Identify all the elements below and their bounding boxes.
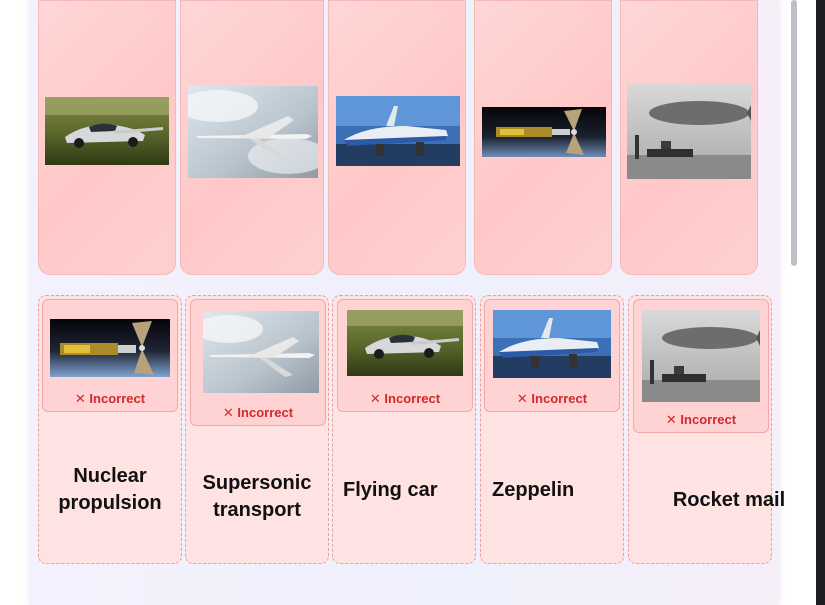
- ekranoplan-image: [336, 96, 460, 166]
- supersonic-jet-image: [188, 86, 318, 178]
- zeppelin-image: [642, 310, 760, 402]
- placed-card[interactable]: ✕ Incorrect: [633, 299, 769, 433]
- supersonic-jet-image: [203, 311, 319, 393]
- image-tile-flying-car[interactable]: [38, 0, 176, 275]
- placed-card[interactable]: ✕ Incorrect: [190, 299, 326, 426]
- drop-zone-nuclear-propulsion[interactable]: ✕ Incorrect Nuclear propulsion: [38, 295, 182, 564]
- drop-zone-flying-car[interactable]: ✕ Incorrect Flying car: [332, 295, 476, 564]
- window-edge: [816, 0, 825, 605]
- image-tile-zeppelin[interactable]: [620, 0, 758, 275]
- placed-card[interactable]: ✕ Incorrect: [337, 299, 473, 412]
- nuclear-spacecraft-image: [482, 107, 606, 157]
- page-gutter: [794, 0, 816, 605]
- quiz-panel: ✕ Incorrect Nuclear propulsion ✕ Incorre…: [30, 0, 797, 605]
- nuclear-spacecraft-image: [50, 319, 170, 377]
- drop-zone-supersonic-transport[interactable]: ✕ Incorrect Supersonic transport: [185, 295, 329, 564]
- incorrect-badge: ✕ Incorrect: [369, 391, 441, 406]
- ekranoplan-image: [493, 310, 611, 378]
- column-label: Nuclear propulsion: [58, 465, 162, 514]
- image-tile-ekranoplan[interactable]: [328, 0, 466, 275]
- placed-card[interactable]: ✕ Incorrect: [42, 299, 178, 412]
- incorrect-badge: ✕ Incorrect: [74, 391, 146, 406]
- incorrect-badge: ✕ Incorrect: [222, 405, 294, 420]
- flying-car-image: [45, 97, 169, 165]
- zeppelin-image: [627, 83, 751, 179]
- image-tile-nuclear-spacecraft[interactable]: [474, 0, 612, 275]
- drop-zone-zeppelin[interactable]: ✕ Incorrect Zeppelin: [480, 295, 624, 564]
- placed-card[interactable]: ✕ Incorrect: [484, 299, 620, 412]
- column-label: Supersonic transport: [202, 472, 312, 521]
- scrollbar[interactable]: [791, 0, 797, 266]
- flying-car-image: [347, 310, 463, 376]
- incorrect-badge: ✕ Incorrect: [516, 391, 588, 406]
- column-label: Rocket mail: [672, 489, 786, 511]
- incorrect-badge: ✕ Incorrect: [665, 412, 737, 427]
- drop-zone-rocket-mail[interactable]: ✕ Incorrect Rocket mail: [628, 295, 785, 564]
- image-bank[interactable]: [38, 0, 762, 275]
- image-tile-supersonic-jet[interactable]: [180, 0, 324, 275]
